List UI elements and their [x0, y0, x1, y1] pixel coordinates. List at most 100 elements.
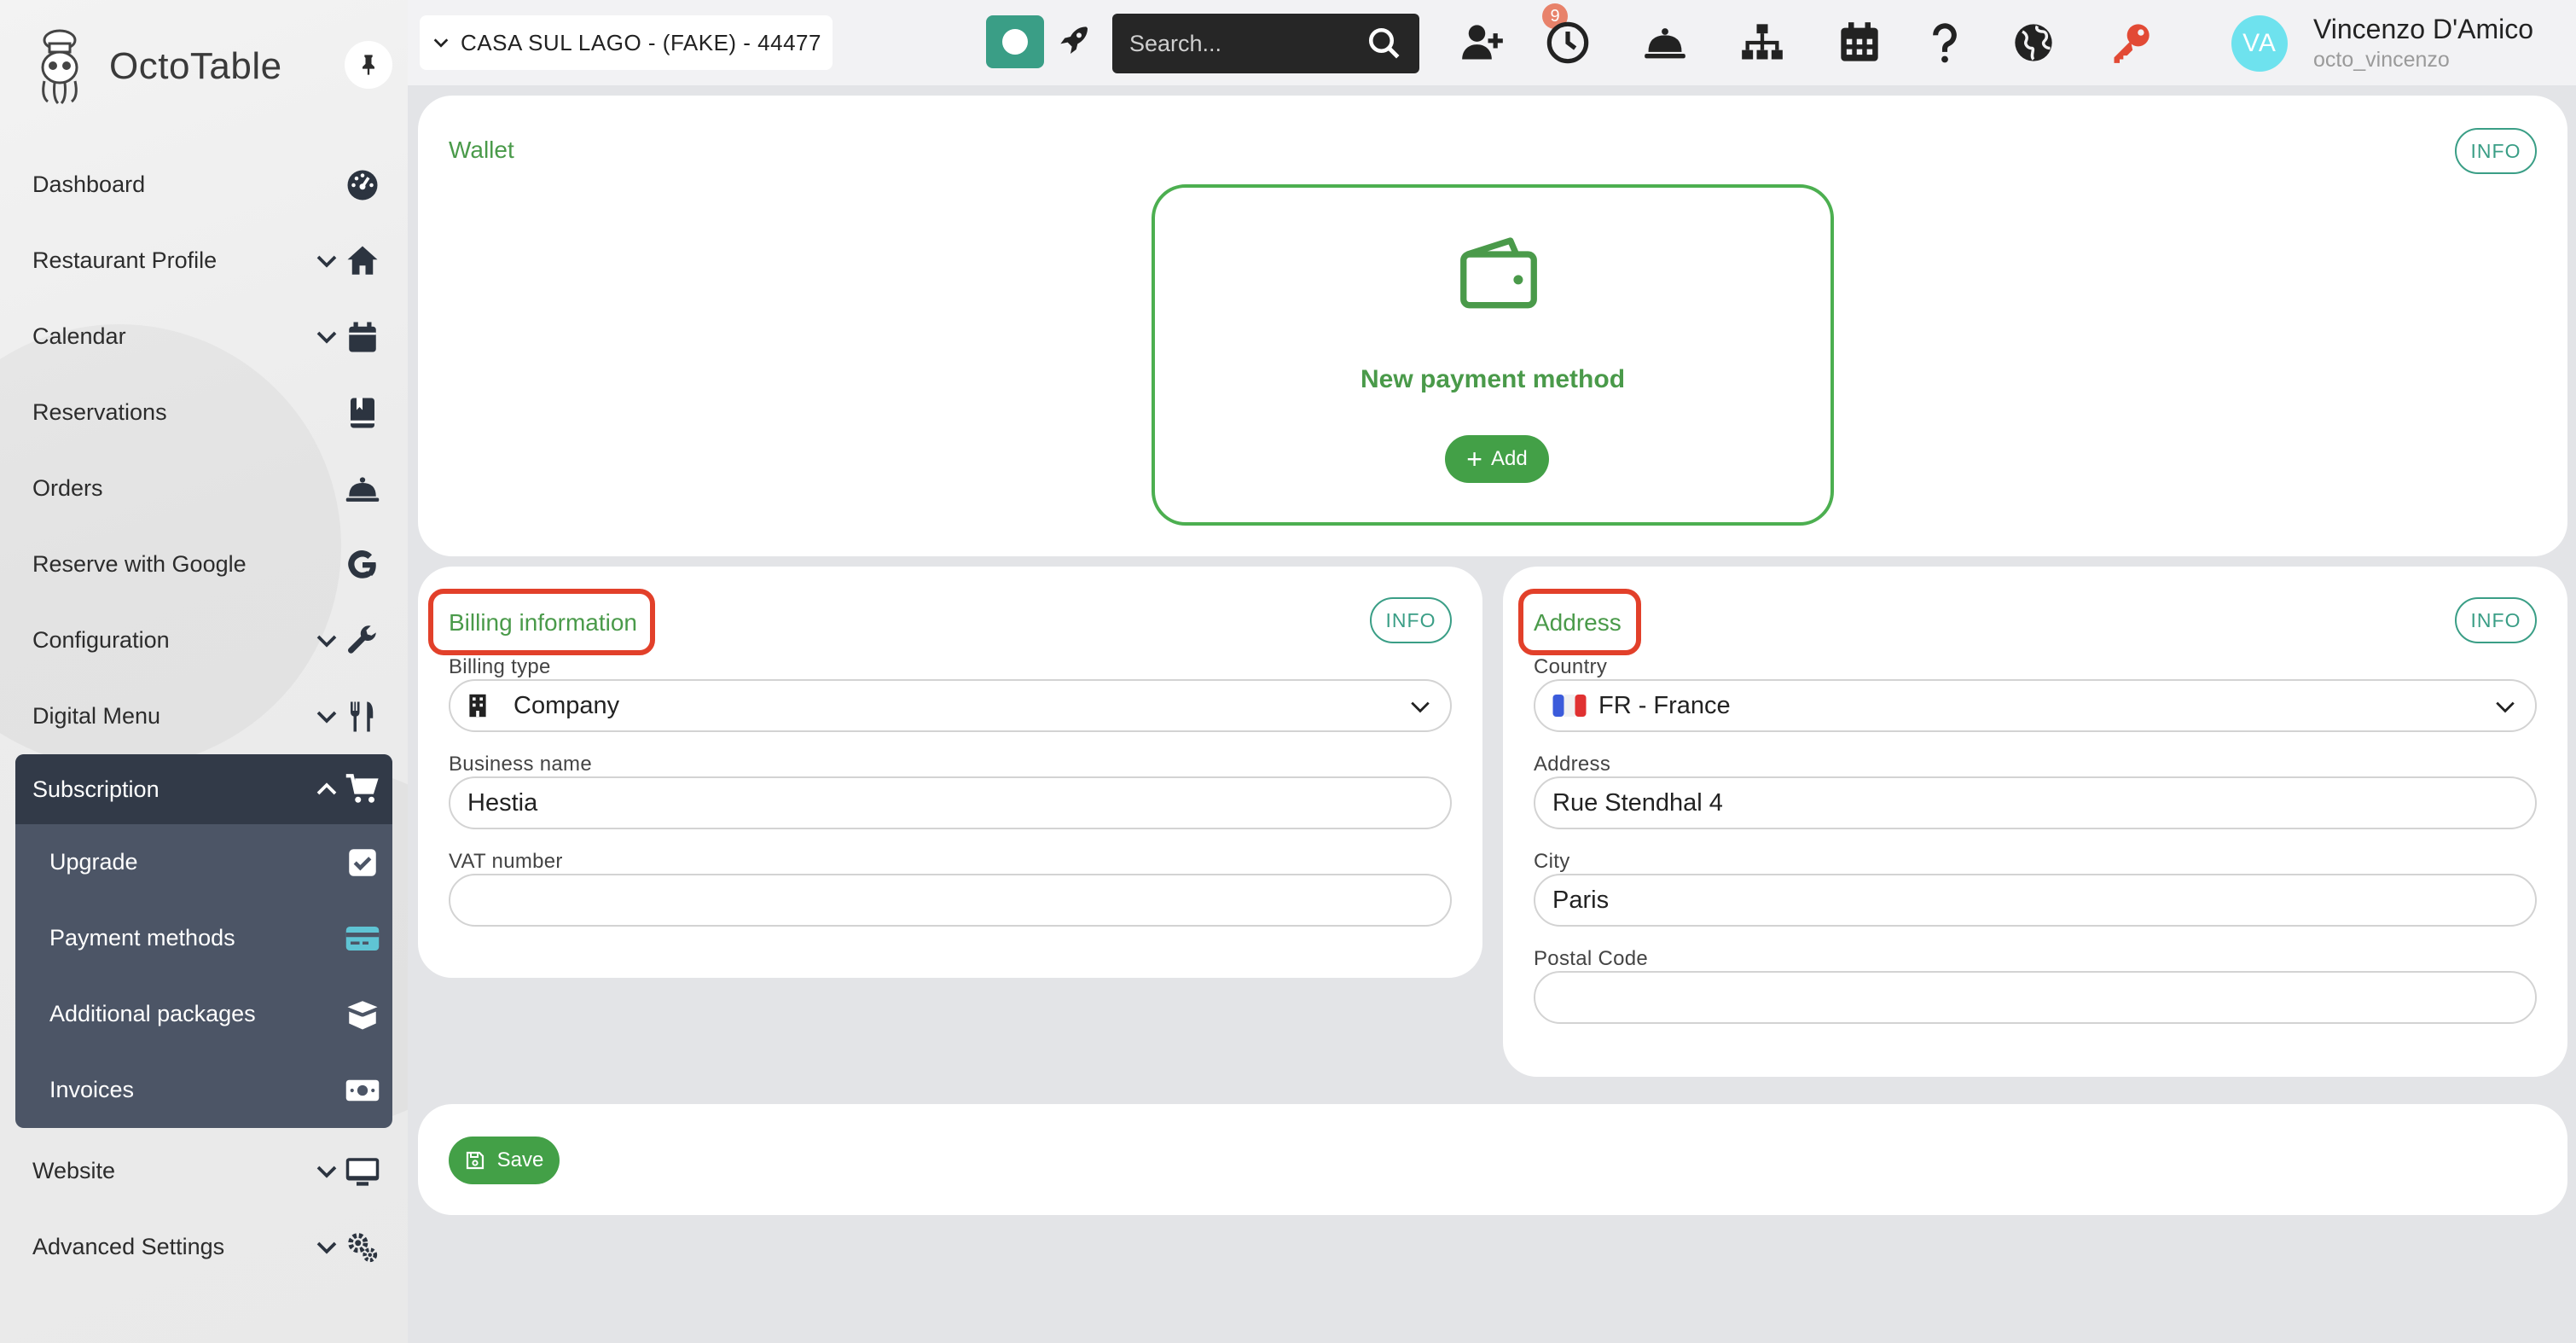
address-info-button[interactable]: INFO — [2455, 597, 2537, 643]
pin-sidebar-button[interactable] — [345, 41, 392, 89]
sidebar-item-reserve-with-google[interactable]: Reserve with Google — [0, 526, 408, 602]
save-button[interactable]: Save — [449, 1137, 560, 1184]
user-handle: octo_vincenzo — [2313, 48, 2450, 72]
chevron-down-icon — [1411, 701, 1430, 713]
sidebar: OctoTable Dashboard Restaurant Profile C… — [0, 0, 408, 1343]
sitemap-icon[interactable] — [1740, 20, 1784, 65]
user-name[interactable]: Vincenzo D'Amico — [2313, 14, 2533, 45]
avatar[interactable]: VA — [2231, 15, 2288, 72]
building-icon — [469, 694, 486, 718]
vat-number-label: VAT number — [449, 850, 563, 873]
venue-selector[interactable]: CASA SUL LAGO - (FAKE) - 44477 — [420, 15, 833, 70]
sidebar-item-calendar[interactable]: Calendar — [0, 299, 408, 375]
city-value: Paris — [1552, 886, 1610, 914]
gears-icon — [348, 1233, 378, 1263]
postal-code-label: Postal Code — [1534, 947, 1649, 970]
save-bar — [418, 1104, 2567, 1215]
venue-name: CASA SUL LAGO - (FAKE) - 44477 — [461, 29, 821, 55]
billing-type-select[interactable]: Company — [449, 679, 1452, 732]
address-label: Address — [1534, 753, 1611, 776]
sidebar-item-label: Payment methods — [49, 925, 235, 951]
record-dot-icon — [1002, 29, 1028, 55]
credit-card-icon — [345, 927, 380, 951]
sidebar-item-upgrade[interactable]: Upgrade — [15, 824, 392, 900]
address-input[interactable]: Rue Stendhal 4 — [1534, 776, 2537, 829]
billing-title: Billing information — [449, 609, 637, 636]
vat-number-input[interactable] — [449, 874, 1452, 927]
google-g-icon — [348, 549, 376, 578]
postal-code-input[interactable] — [1534, 971, 2537, 1024]
status-toggle-button[interactable] — [986, 15, 1044, 68]
bell-cloche-icon[interactable] — [1643, 20, 1687, 65]
sidebar-item-payment-methods[interactable]: Payment methods — [15, 900, 392, 976]
sidebar-item-subscription[interactable]: Subscription — [15, 754, 392, 824]
search-bar — [1112, 14, 1419, 73]
key-icon[interactable] — [2109, 20, 2153, 65]
sidebar-item-invoices[interactable]: Invoices — [15, 1052, 392, 1128]
billing-info-button[interactable]: INFO — [1370, 597, 1452, 643]
search-icon[interactable] — [1366, 26, 1402, 61]
calendar-icon — [349, 322, 376, 352]
chevron-down-icon — [316, 635, 337, 648]
address-title: Address — [1534, 609, 1622, 636]
business-name-input[interactable]: Hestia — [449, 776, 1452, 829]
calendar-grid-icon[interactable] — [1837, 20, 1882, 65]
sidebar-item-additional-packages[interactable]: Additional packages — [15, 976, 392, 1052]
topbar: CASA SUL LAGO - (FAKE) - 44477 9 VA Vinc… — [408, 0, 2576, 85]
chevron-down-icon — [316, 255, 337, 268]
dashboard-gauge-icon — [347, 170, 378, 201]
rocket-icon[interactable] — [1058, 24, 1092, 58]
country-select[interactable]: FR - France — [1534, 679, 2537, 732]
address-value: Rue Stendhal 4 — [1552, 788, 1723, 817]
utensils-icon — [351, 701, 374, 732]
sidebar-item-label: Subscription — [32, 776, 160, 802]
sidebar-item-configuration[interactable]: Configuration — [0, 602, 408, 678]
sidebar-item-website[interactable]: Website — [0, 1133, 408, 1209]
business-name-label: Business name — [449, 753, 592, 776]
new-payment-method-title: New payment method — [1360, 365, 1626, 393]
sidebar-item-reservations[interactable]: Reservations — [0, 375, 408, 451]
add-payment-method-button[interactable]: + Add — [1445, 435, 1549, 483]
pin-icon — [363, 55, 374, 75]
brand-name: OctoTable — [109, 45, 282, 87]
monitor-icon — [345, 1158, 380, 1186]
chevron-down-icon — [433, 38, 449, 48]
sidebar-item-label: Additional packages — [49, 1001, 256, 1026]
sidebar-item-label: Invoices — [49, 1077, 135, 1102]
box-icon — [347, 1001, 378, 1030]
sidebar-item-dashboard[interactable]: Dashboard — [0, 147, 408, 223]
flag-wrap — [1552, 691, 1587, 720]
country-label: Country — [1534, 655, 1608, 678]
chevron-down-icon — [316, 331, 337, 344]
sidebar-item-orders[interactable]: Orders — [0, 451, 408, 526]
clock-icon[interactable] — [1546, 20, 1590, 65]
add-user-icon[interactable] — [1460, 20, 1505, 65]
billing-type-label: Billing type — [449, 655, 551, 678]
france-flag-icon — [1552, 695, 1587, 717]
billing-type-value: Company — [513, 691, 620, 719]
new-payment-method-card[interactable]: New payment method + Add — [1152, 184, 1834, 526]
add-button-label: Add — [1490, 447, 1528, 470]
business-name-value: Hestia — [467, 788, 538, 817]
chevron-up-icon — [316, 782, 337, 795]
wallet-icon — [1460, 237, 1537, 309]
globe-icon[interactable] — [2011, 20, 2056, 65]
help-question-icon[interactable] — [1923, 20, 1967, 65]
reservations-book-icon — [351, 398, 374, 428]
sidebar-item-label: Upgrade — [49, 849, 138, 875]
sidebar-nav: Dashboard Restaurant Profile Calendar Re… — [0, 147, 408, 1285]
sidebar-item-restaurant-profile[interactable]: Restaurant Profile — [0, 223, 408, 299]
sidebar-item-digital-menu[interactable]: Digital Menu — [0, 678, 408, 754]
wrench-icon — [348, 625, 376, 654]
search-input[interactable] — [1129, 30, 1360, 57]
sidebar-item-advanced-settings[interactable]: Advanced Settings — [0, 1209, 408, 1285]
chevron-down-icon — [316, 1166, 337, 1178]
cart-icon — [345, 774, 379, 803]
country-value: FR - France — [1598, 691, 1731, 719]
city-input[interactable]: Paris — [1534, 874, 2537, 927]
wallet-info-button[interactable]: INFO — [2455, 128, 2537, 174]
plus-icon: + — [1466, 444, 1482, 474]
building-icon-wrap — [467, 691, 502, 720]
brand[interactable]: OctoTable — [34, 24, 392, 109]
wallet-title: Wallet — [449, 137, 514, 163]
